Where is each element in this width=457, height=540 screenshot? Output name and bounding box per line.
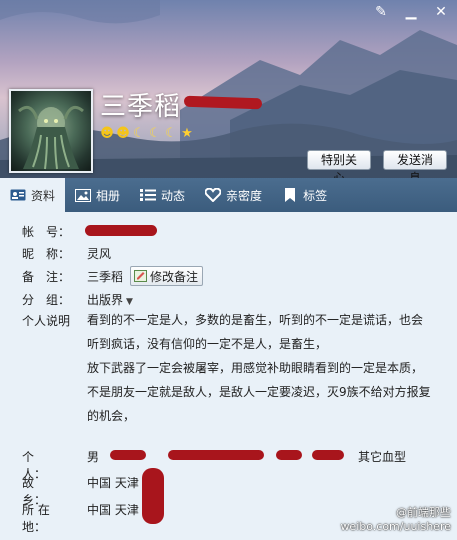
edit-remark-button[interactable]: 修改备注 — [130, 266, 204, 286]
profile-tab-bar: 资料 相册 动态 亲密度 标签 — [0, 178, 457, 212]
watermark-line: weibo.com/uuishere — [340, 520, 451, 533]
avatar-creature-image — [18, 105, 84, 170]
gender-value: 男 — [87, 450, 100, 464]
chevron-down-icon: ▼ — [126, 297, 133, 307]
signature-line: 放下武器了一定会被屠宰，用感觉补助眼睛看到的一定是本质， — [87, 361, 424, 375]
moon-level-icon: ☾ — [149, 126, 161, 141]
account-label: 帐 号： — [22, 225, 71, 239]
hometown-value: 中国 天津 — [87, 476, 139, 490]
watermark: @前端那些 weibo.com/uuishere — [340, 506, 451, 534]
feed-list-icon — [140, 187, 157, 203]
send-message-button[interactable]: 发送消息 — [383, 150, 447, 178]
profile-banner: ✎ ▁ ✕ 三季稻 ☻ ☻ ☾ ☾ ☾ ★ 特别关心 发送消息 — [0, 0, 457, 178]
edit-note-icon — [134, 270, 147, 282]
tab-label: 标签 — [303, 188, 328, 203]
group-label: 分 组： — [22, 293, 71, 307]
tab-intimacy[interactable]: 亲密度 — [195, 178, 272, 212]
signature-line: 的机会， — [87, 409, 136, 423]
signature-line: 看到的不一定是人，多数的是畜生，听到的不一定是谎话，也会 — [87, 313, 424, 327]
tab-label: 亲密度 — [226, 188, 263, 203]
remark-label: 备 注： — [22, 270, 71, 284]
remark-value: 三季稻 — [87, 270, 124, 284]
star-level-icon: ★ — [181, 126, 193, 141]
moon-level-icon: ☾ — [133, 126, 145, 141]
edit-remark-label: 修改备注 — [150, 269, 199, 284]
signature-line: 听到疯话，没有信仰的一定不是人，是畜生， — [87, 337, 328, 351]
contact-nickname: 三季稻 — [100, 92, 182, 122]
profile-card-icon — [10, 187, 26, 203]
tab-tags[interactable]: 标签 — [272, 178, 337, 212]
qq-level-icons[interactable]: ☻ ☻ ☾ ☾ ☾ ★ — [100, 127, 194, 141]
redacted-mark — [276, 450, 302, 460]
tab-label: 动态 — [161, 188, 186, 203]
location-label: 所 在 地： — [22, 503, 50, 534]
redacted-mark — [168, 450, 264, 460]
redacted-mark — [85, 225, 157, 236]
blood-type-value: 其它血型 — [358, 450, 407, 464]
signature-label: 个人说明 — [22, 314, 71, 328]
special-care-button[interactable]: 特别关心 — [307, 150, 371, 178]
nickname-label: 昵 称： — [22, 247, 71, 261]
photo-album-icon — [75, 187, 92, 203]
redacted-mark — [312, 450, 344, 460]
sun-level-icon: ☻ — [116, 126, 130, 141]
nickname-value: 灵风 — [87, 247, 112, 261]
location-value: 中国 天津 — [87, 503, 139, 517]
scrollbar[interactable] — [451, 212, 457, 540]
avatar[interactable] — [9, 89, 93, 173]
tab-label: 相册 — [96, 188, 121, 203]
watermark-line: @前端那些 — [396, 506, 451, 519]
sun-level-icon: ☻ — [100, 126, 114, 141]
signature-line: 不是朋友一定就是敌人，是敌人一定要凌迟，灭9族不给对方报复 — [87, 385, 431, 399]
skin-brush-icon[interactable]: ✎ — [373, 4, 389, 20]
tab-label: 资料 — [31, 188, 56, 203]
profile-details: 帐 号： 昵 称： 灵风 备 注： 三季稻 修改备注 分 组： 出版界 ▼ 个人说… — [0, 212, 457, 540]
moon-level-icon: ☾ — [165, 126, 177, 141]
group-value: 出版界 — [87, 293, 124, 307]
tab-profile[interactable]: 资料 — [0, 178, 66, 212]
group-dropdown[interactable]: 出版界 ▼ — [87, 291, 133, 308]
redacted-mark — [110, 450, 146, 460]
window-controls: ✎ ▁ ✕ — [373, 4, 449, 20]
heart-icon — [205, 187, 222, 203]
close-icon[interactable]: ✕ — [433, 4, 449, 20]
bookmark-icon — [282, 187, 298, 203]
minimize-icon[interactable]: ▁ — [403, 4, 419, 20]
personal-signature: 看到的不一定是人，多数的是畜生，听到的不一定是谎话，也会 听到疯话，没有信仰的一… — [87, 308, 432, 428]
tab-feed[interactable]: 动态 — [130, 178, 195, 212]
tab-album[interactable]: 相册 — [65, 178, 130, 212]
redacted-mark — [142, 468, 164, 524]
